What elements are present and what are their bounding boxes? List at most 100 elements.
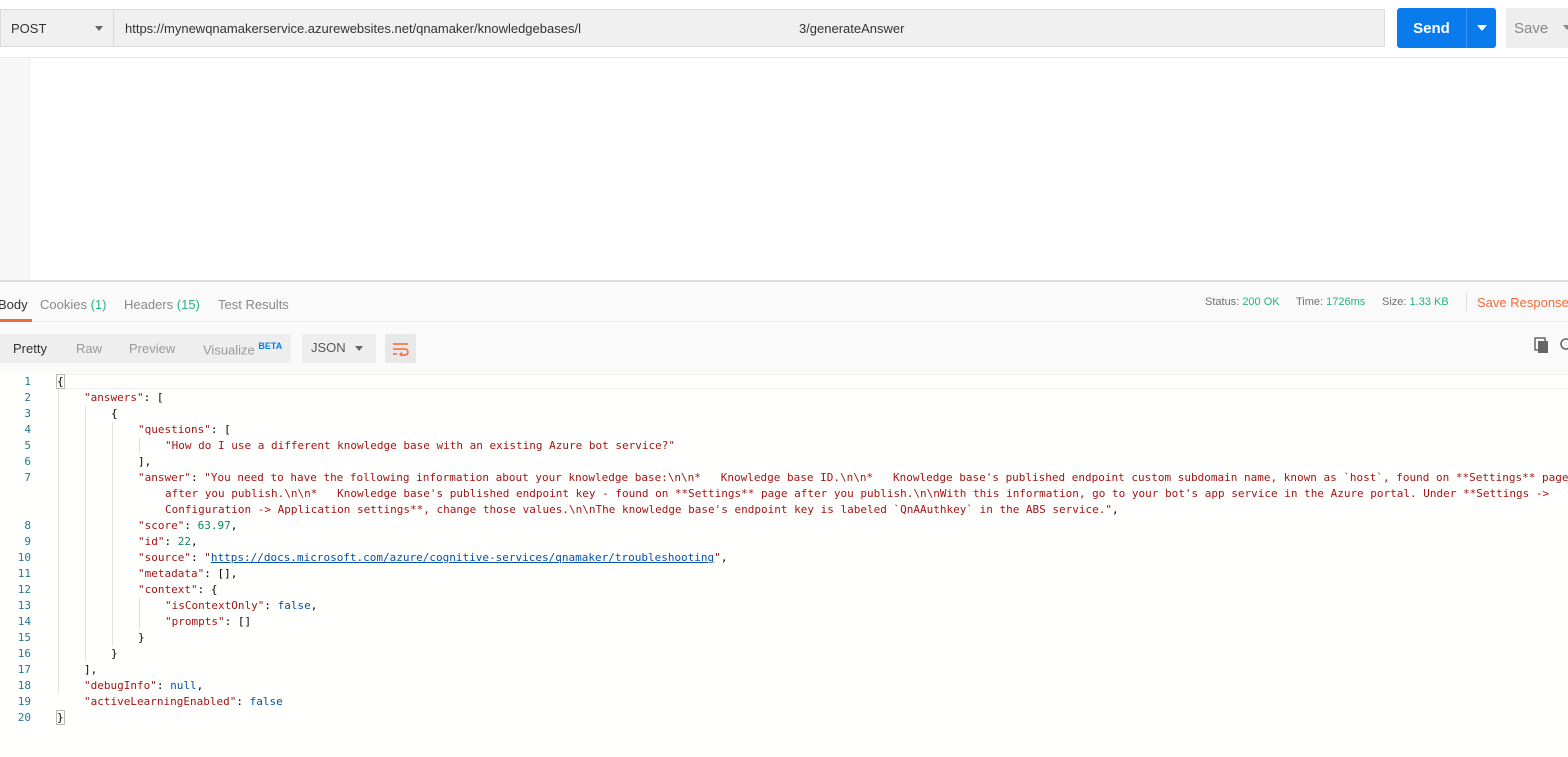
code-line: "debugInfo": null, (84, 679, 204, 692)
line-number: 4 (24, 423, 31, 436)
chevron-down-icon[interactable] (1563, 25, 1568, 30)
line-number: 14 (17, 615, 31, 628)
line-number: 1 (24, 375, 31, 388)
code-line: "metadata": [], (138, 567, 238, 580)
request-bar: POST https://mynewqnamakerservice.azurew… (0, 0, 1568, 58)
indent-guide (139, 598, 140, 630)
url-input[interactable]: https://mynewqnamakerservice.azurewebsit… (113, 9, 1385, 47)
json-key: "debugInfo" (84, 679, 157, 692)
json-string: Configuration -> Application settings**,… (165, 503, 1113, 516)
beta-badge: BETA (258, 341, 283, 351)
json-key: "id" (138, 535, 165, 548)
json-key: "answer" (138, 471, 191, 484)
json-key: "prompts" (165, 615, 225, 628)
line-number: 13 (17, 599, 31, 612)
code-line: Configuration -> Application settings**,… (165, 503, 1119, 516)
copy-icon[interactable] (1533, 337, 1551, 355)
json-key: "context" (138, 583, 198, 596)
code-line: { (56, 374, 65, 390)
send-options-button[interactable] (1466, 8, 1496, 48)
save-response-button[interactable]: Save Response (1477, 295, 1568, 310)
code-line: ], (84, 663, 98, 676)
close-brace: } (56, 710, 65, 725)
indent-guide (85, 406, 86, 662)
indent-guide (139, 438, 140, 454)
save-button[interactable]: Save (1506, 8, 1568, 48)
tab-cookies-label: Cookies (40, 297, 87, 312)
line-number: 12 (17, 583, 31, 596)
line-number: 19 (17, 695, 31, 708)
view-pretty[interactable]: Pretty (13, 341, 47, 356)
send-button[interactable]: Send (1397, 8, 1466, 48)
tab-cookies[interactable]: Cookies (1) (40, 297, 106, 312)
code-line: } (111, 647, 118, 660)
json-key: "questions" (138, 423, 211, 436)
wrap-lines-button[interactable] (385, 334, 416, 363)
line-number: 15 (17, 631, 31, 644)
code-line: "score": 63.97, (138, 519, 238, 532)
json-literal: null (170, 679, 197, 692)
json-number: 63.97 (197, 519, 231, 532)
tab-headers-count: (15) (176, 297, 200, 312)
indent-guide (112, 422, 113, 646)
line-number: 8 (24, 519, 31, 532)
code-line: "source": "https://docs.microsoft.com/az… (138, 551, 728, 564)
view-visualize-label: Visualize (203, 342, 255, 358)
code-line: "prompts": [] (165, 615, 252, 628)
json-key: "source" (138, 551, 191, 564)
line-number: 11 (17, 567, 31, 580)
response-body-viewer[interactable]: 1 2 3 4 5 6 7 8 9 10 11 12 13 14 15 16 1… (0, 374, 1568, 757)
open-brace: { (56, 374, 65, 389)
tab-body[interactable]: Body (0, 297, 28, 312)
view-visualize[interactable]: Visualize BETA (203, 341, 282, 357)
code-line: "id": 22, (138, 535, 198, 548)
code-line: } (138, 631, 145, 644)
line-number: 10 (17, 551, 31, 564)
view-preview[interactable]: Preview (129, 341, 175, 356)
source-link[interactable]: https://docs.microsoft.com/azure/cogniti… (211, 551, 714, 564)
json-key: "metadata" (138, 567, 205, 580)
line-number: 18 (17, 679, 31, 692)
tab-headers[interactable]: Headers (15) (124, 297, 200, 312)
code-line: "questions": [ (138, 423, 231, 436)
tab-headers-label: Headers (124, 297, 174, 312)
json-key: "answers" (84, 391, 144, 404)
request-body-editor[interactable] (0, 59, 1568, 280)
view-raw[interactable]: Raw (76, 341, 102, 356)
format-select[interactable]: JSON (302, 334, 376, 363)
status-value[interactable]: 200 OK (1242, 296, 1279, 308)
line-number: 6 (24, 455, 31, 468)
chevron-down-icon (355, 346, 363, 351)
code-line: "isContextOnly": false, (165, 599, 318, 612)
code-line: "activeLearningEnabled": false (84, 695, 283, 708)
code-line: "context": { (138, 583, 218, 596)
size-value[interactable]: 1.33 KB (1410, 296, 1449, 308)
line-number: 16 (17, 647, 31, 660)
code-line: ], (138, 455, 152, 468)
code-line: } (56, 710, 65, 726)
json-key: "score" (138, 519, 185, 532)
tab-test-results[interactable]: Test Results (218, 297, 289, 312)
json-literal: false (249, 695, 283, 708)
time-info: Time: 1726ms (1296, 296, 1365, 308)
code-line: "answer": "You need to have the followin… (138, 471, 1568, 484)
line-number: 17 (17, 663, 31, 676)
request-body-gutter (0, 59, 30, 280)
search-icon[interactable] (1558, 337, 1568, 355)
method-select[interactable]: POST (0, 9, 113, 47)
divider (1466, 293, 1467, 311)
line-number: 9 (24, 535, 31, 548)
format-label: JSON (311, 340, 346, 355)
line-number: 3 (24, 407, 31, 420)
json-string: "How do I use a different knowledge base… (165, 439, 675, 452)
time-label: Time: (1296, 296, 1324, 308)
tab-cookies-count: (1) (90, 297, 107, 312)
status-label: Status: (1205, 296, 1240, 308)
json-key: "isContextOnly" (165, 599, 265, 612)
json-string: after you publish.\n\n* Knowledge base's… (165, 487, 1550, 500)
line-number: 20 (17, 711, 31, 724)
size-label: Size: (1382, 296, 1407, 308)
active-tab-indicator (0, 319, 32, 322)
json-string: "You need to have the following informat… (204, 471, 1568, 484)
time-value[interactable]: 1726ms (1326, 296, 1365, 308)
